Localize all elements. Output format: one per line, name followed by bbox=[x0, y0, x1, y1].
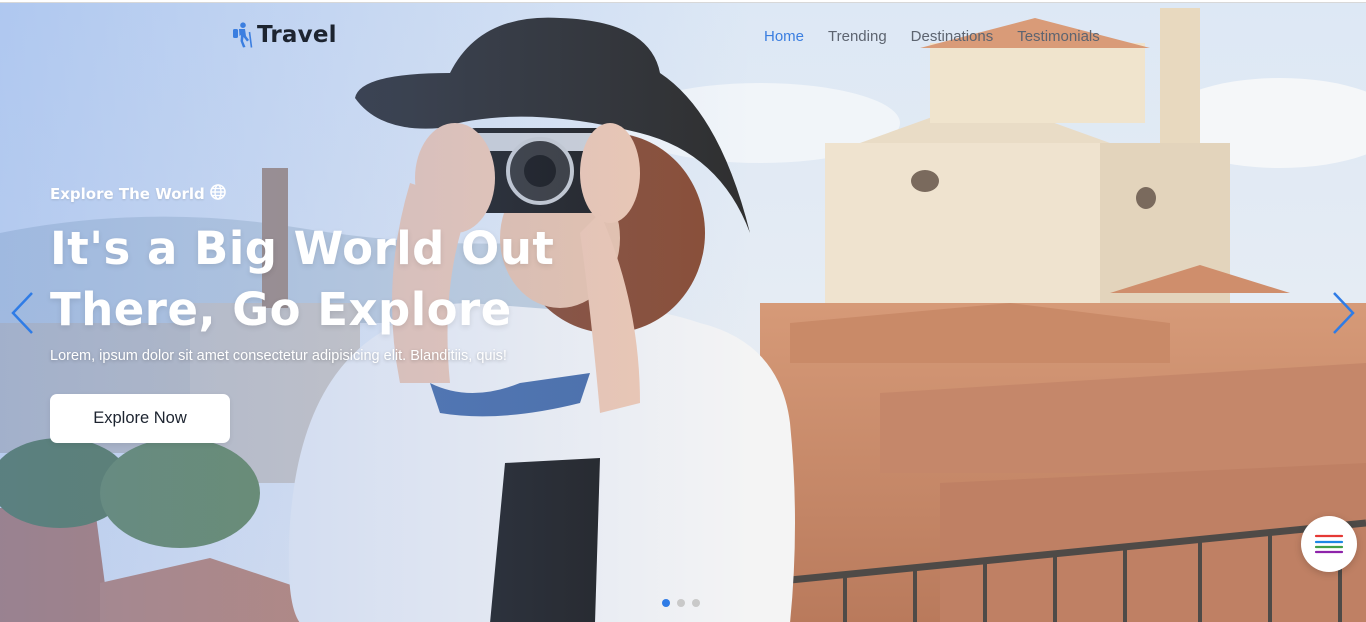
chevron-right-icon bbox=[1333, 292, 1355, 334]
slider-pagination bbox=[662, 599, 700, 607]
hamburger-menu-icon bbox=[1314, 534, 1344, 554]
hero-headline-line-1: It's a Big World Out bbox=[50, 222, 555, 275]
hero-eyebrow-text: Explore The World bbox=[50, 185, 205, 203]
nav-item-home[interactable]: Home bbox=[764, 28, 804, 45]
hero-subtext: Lorem, ipsum dolor sit amet consectetur … bbox=[50, 348, 507, 364]
floating-menu-button[interactable] bbox=[1301, 516, 1357, 572]
slider-dot-3[interactable] bbox=[692, 599, 700, 607]
brand-name: Travel bbox=[257, 22, 337, 48]
slider-dot-1[interactable] bbox=[662, 599, 670, 607]
globe-icon bbox=[210, 184, 226, 204]
slider-next-button[interactable] bbox=[1330, 289, 1358, 337]
hero-headline-line-2: There, Go Explore bbox=[50, 283, 512, 336]
hiker-icon bbox=[231, 22, 253, 48]
brand-logo[interactable]: Travel bbox=[231, 22, 337, 48]
nav-item-trending[interactable]: Trending bbox=[828, 28, 887, 45]
slider-dot-2[interactable] bbox=[677, 599, 685, 607]
explore-now-button[interactable]: Explore Now bbox=[50, 394, 230, 443]
nav-item-testimonials[interactable]: Testimonials bbox=[1017, 28, 1100, 45]
main-nav: Home Trending Destinations Testimonials bbox=[764, 28, 1124, 45]
nav-item-destinations[interactable]: Destinations bbox=[911, 28, 994, 45]
chevron-left-icon bbox=[11, 292, 33, 334]
hero-eyebrow: Explore The World bbox=[50, 184, 226, 204]
hero-headline: It's a Big World Out There, Go Explore bbox=[50, 218, 650, 340]
slider-prev-button[interactable] bbox=[8, 289, 36, 337]
